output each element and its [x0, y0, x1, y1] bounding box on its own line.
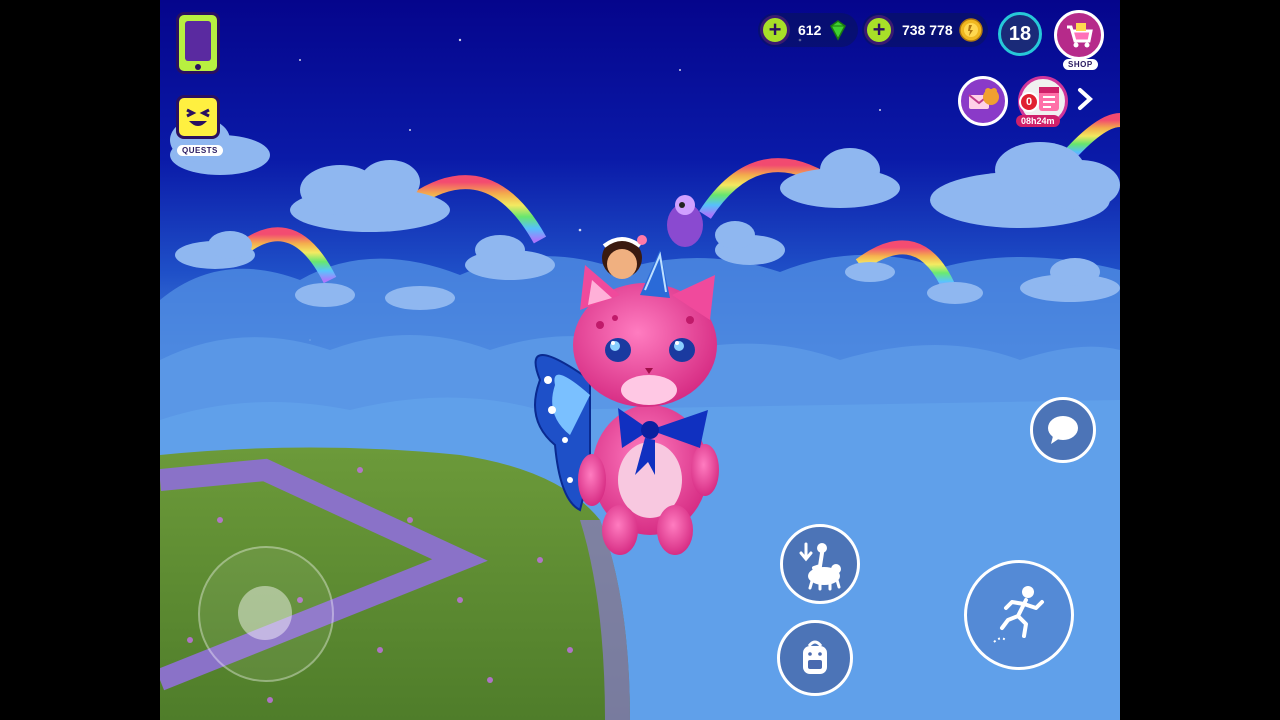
chevron-right-icon	[1078, 88, 1093, 110]
pet-mail-button[interactable]	[958, 76, 1008, 126]
speech-bubble-icon	[1048, 416, 1078, 444]
gems-value: 612	[798, 22, 822, 38]
movement-joystick[interactable]	[198, 546, 334, 682]
phone-home-dot	[195, 64, 201, 70]
coins-counter: + 738 778	[862, 13, 988, 47]
quests-button[interactable]	[176, 95, 220, 139]
phone-screen	[185, 21, 211, 61]
jump-button[interactable]	[964, 560, 1074, 670]
event-timer: 08h24m	[1016, 115, 1060, 127]
envelope-bear-icon	[968, 88, 999, 109]
event-counter-value: 0	[1025, 96, 1033, 108]
shopping-cart-icon	[1067, 23, 1093, 48]
quests-label: QUESTS	[177, 145, 223, 156]
shop-label: SHOP	[1063, 59, 1098, 70]
phone-button[interactable]	[176, 12, 220, 74]
game-viewport[interactable]: QUESTS + 612 + 738 778 18 SHOP 0 08h24m	[160, 0, 1120, 720]
backpack-button[interactable]	[777, 620, 853, 696]
gems-counter: + 612	[758, 13, 858, 47]
gold-coin-icon	[958, 18, 983, 42]
shop-button[interactable]	[1054, 10, 1104, 60]
chat-button[interactable]	[1030, 397, 1096, 463]
add-coins-button[interactable]: +	[864, 15, 894, 45]
event-counter-badge: 0	[1019, 92, 1039, 112]
coins-value: 738 778	[902, 22, 953, 38]
add-gems-button[interactable]: +	[760, 15, 790, 45]
smiley-face-icon	[186, 108, 210, 126]
level-badge[interactable]: 18	[998, 12, 1042, 56]
green-gem-icon	[830, 20, 847, 41]
dismount-pet-button[interactable]	[780, 524, 860, 604]
small-purple-pet	[667, 195, 703, 247]
jump-runner-icon	[993, 586, 1044, 643]
expand-arrow-button[interactable]	[1072, 86, 1098, 112]
joystick-thumb[interactable]	[238, 586, 292, 640]
dismount-icon	[799, 542, 841, 591]
backpack-icon	[803, 640, 827, 674]
